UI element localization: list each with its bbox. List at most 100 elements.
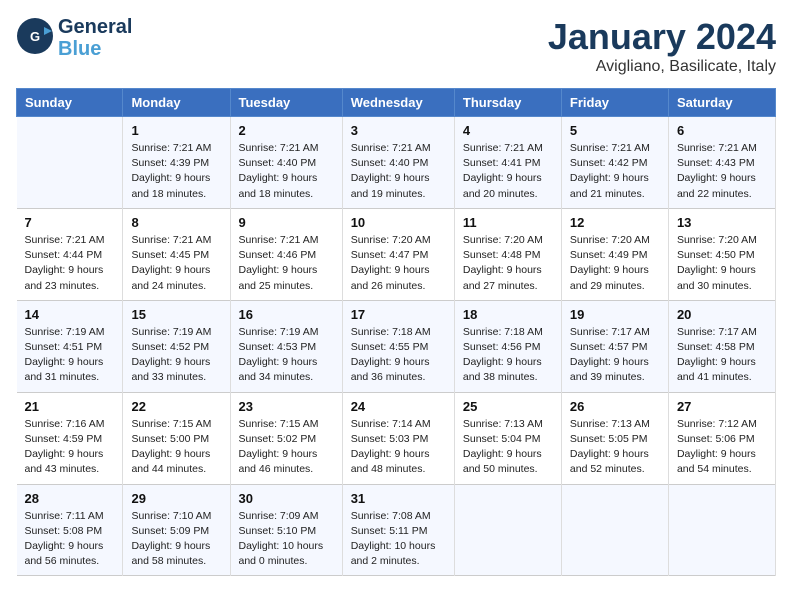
day-number: 17 (351, 307, 446, 322)
day-number: 13 (677, 215, 767, 230)
calendar-cell: 21 Sunrise: 7:16 AMSunset: 4:59 PMDayligh… (17, 392, 123, 484)
calendar-cell: 16 Sunrise: 7:19 AMSunset: 4:53 PMDayligh… (230, 300, 342, 392)
calendar-cell: 7Sunrise: 7:21 AMSunset: 4:44 PMDaylight… (17, 208, 123, 300)
day-number: 3 (351, 123, 446, 138)
logo-general: General (58, 16, 132, 38)
calendar-cell: 22Sunrise: 7:15 AMSunset: 5:00 PMDayligh… (123, 392, 230, 484)
calendar-cell: 13 Sunrise: 7:20 AMSunset: 4:50 PMDayligh… (668, 208, 775, 300)
col-header-wednesday: Wednesday (342, 89, 454, 117)
day-info: Sunrise: 7:20 AMSunset: 4:50 PMDaylight:… (677, 233, 767, 294)
calendar-cell: 6 Sunrise: 7:21 AMSunset: 4:43 PMDaylight… (668, 117, 775, 209)
calendar-cell: 27 Sunrise: 7:12 AMSunset: 5:06 PMDayligh… (668, 392, 775, 484)
day-number: 2 (239, 123, 334, 138)
day-number: 21 (25, 399, 115, 414)
month-title: January 2024 (548, 16, 776, 58)
day-number: 28 (25, 491, 115, 506)
page-header: G General Blue January 2024 Avigliano, B… (16, 16, 776, 76)
day-info: Sunrise: 7:19 AMSunset: 4:52 PMDaylight:… (131, 325, 221, 386)
day-number: 10 (351, 215, 446, 230)
svg-text:G: G (30, 29, 40, 44)
calendar-cell: 10 Sunrise: 7:20 AMSunset: 4:47 PMDayligh… (342, 208, 454, 300)
calendar-cell: 8 Sunrise: 7:21 AMSunset: 4:45 PMDaylight… (123, 208, 230, 300)
day-number: 6 (677, 123, 767, 138)
week-row-1: 1Sunrise: 7:21 AMSunset: 4:39 PMDaylight… (17, 117, 776, 209)
day-info: Sunrise: 7:21 AMSunset: 4:42 PMDaylight:… (570, 141, 660, 202)
day-number: 15 (131, 307, 221, 322)
day-info: Sunrise: 7:08 AMSunset: 5:11 PMDaylight:… (351, 509, 446, 570)
day-number: 25 (463, 399, 553, 414)
col-header-thursday: Thursday (454, 89, 561, 117)
calendar-cell (17, 117, 123, 209)
day-info: Sunrise: 7:21 AMSunset: 4:39 PMDaylight:… (131, 141, 221, 202)
col-header-monday: Monday (123, 89, 230, 117)
col-header-sunday: Sunday (17, 89, 123, 117)
calendar-cell: 5Sunrise: 7:21 AMSunset: 4:42 PMDaylight… (561, 117, 668, 209)
logo-blue: Blue (58, 38, 132, 60)
day-number: 16 (239, 307, 334, 322)
calendar-cell: 9Sunrise: 7:21 AMSunset: 4:46 PMDaylight… (230, 208, 342, 300)
day-info: Sunrise: 7:18 AMSunset: 4:56 PMDaylight:… (463, 325, 553, 386)
day-info: Sunrise: 7:21 AMSunset: 4:40 PMDaylight:… (239, 141, 334, 202)
day-number: 30 (239, 491, 334, 506)
calendar-cell: 11 Sunrise: 7:20 AMSunset: 4:48 PMDayligh… (454, 208, 561, 300)
day-info: Sunrise: 7:21 AMSunset: 4:44 PMDaylight:… (25, 233, 115, 294)
col-header-saturday: Saturday (668, 89, 775, 117)
calendar-cell: 12 Sunrise: 7:20 AMSunset: 4:49 PMDayligh… (561, 208, 668, 300)
day-info: Sunrise: 7:15 AMSunset: 5:02 PMDaylight:… (239, 417, 334, 478)
day-info: Sunrise: 7:18 AMSunset: 4:55 PMDaylight:… (351, 325, 446, 386)
calendar-cell: 24 Sunrise: 7:14 AMSunset: 5:03 PMDayligh… (342, 392, 454, 484)
col-header-tuesday: Tuesday (230, 89, 342, 117)
calendar-cell: 3Sunrise: 7:21 AMSunset: 4:40 PMDaylight… (342, 117, 454, 209)
day-info: Sunrise: 7:13 AMSunset: 5:04 PMDaylight:… (463, 417, 553, 478)
day-number: 20 (677, 307, 767, 322)
calendar-cell: 23Sunrise: 7:15 AMSunset: 5:02 PMDayligh… (230, 392, 342, 484)
day-info: Sunrise: 7:19 AMSunset: 4:51 PMDaylight:… (25, 325, 115, 386)
calendar-cell: 14 Sunrise: 7:19 AMSunset: 4:51 PMDayligh… (17, 300, 123, 392)
day-info: Sunrise: 7:19 AMSunset: 4:53 PMDaylight:… (239, 325, 334, 386)
day-info: Sunrise: 7:12 AMSunset: 5:06 PMDaylight:… (677, 417, 767, 478)
day-info: Sunrise: 7:20 AMSunset: 4:49 PMDaylight:… (570, 233, 660, 294)
day-info: Sunrise: 7:21 AMSunset: 4:43 PMDaylight:… (677, 141, 767, 202)
logo-icon: G (16, 17, 54, 55)
calendar-table: SundayMondayTuesdayWednesdayThursdayFrid… (16, 88, 776, 576)
day-number: 11 (463, 215, 553, 230)
day-number: 18 (463, 307, 553, 322)
day-number: 22 (131, 399, 221, 414)
title-block: January 2024 Avigliano, Basilicate, Ital… (548, 16, 776, 76)
calendar-cell (561, 484, 668, 576)
calendar-cell: 29 Sunrise: 7:10 AMSunset: 5:09 PMDayligh… (123, 484, 230, 576)
day-info: Sunrise: 7:13 AMSunset: 5:05 PMDaylight:… (570, 417, 660, 478)
col-header-friday: Friday (561, 89, 668, 117)
calendar-cell: 31Sunrise: 7:08 AMSunset: 5:11 PMDayligh… (342, 484, 454, 576)
calendar-cell: 30Sunrise: 7:09 AMSunset: 5:10 PMDayligh… (230, 484, 342, 576)
day-info: Sunrise: 7:10 AMSunset: 5:09 PMDaylight:… (131, 509, 221, 570)
day-number: 29 (131, 491, 221, 506)
day-info: Sunrise: 7:16 AMSunset: 4:59 PMDaylight:… (25, 417, 115, 478)
calendar-cell: 18 Sunrise: 7:18 AMSunset: 4:56 PMDayligh… (454, 300, 561, 392)
day-info: Sunrise: 7:14 AMSunset: 5:03 PMDaylight:… (351, 417, 446, 478)
calendar-header-row: SundayMondayTuesdayWednesdayThursdayFrid… (17, 89, 776, 117)
calendar-cell: 4Sunrise: 7:21 AMSunset: 4:41 PMDaylight… (454, 117, 561, 209)
location-subtitle: Avigliano, Basilicate, Italy (548, 58, 776, 76)
calendar-cell: 20Sunrise: 7:17 AMSunset: 4:58 PMDayligh… (668, 300, 775, 392)
week-row-5: 28Sunrise: 7:11 AMSunset: 5:08 PMDayligh… (17, 484, 776, 576)
calendar-cell: 19 Sunrise: 7:17 AMSunset: 4:57 PMDayligh… (561, 300, 668, 392)
calendar-cell: 28Sunrise: 7:11 AMSunset: 5:08 PMDayligh… (17, 484, 123, 576)
day-info: Sunrise: 7:21 AMSunset: 4:45 PMDaylight:… (131, 233, 221, 294)
day-number: 24 (351, 399, 446, 414)
day-info: Sunrise: 7:20 AMSunset: 4:48 PMDaylight:… (463, 233, 553, 294)
logo: G General Blue (16, 16, 132, 60)
week-row-3: 14 Sunrise: 7:19 AMSunset: 4:51 PMDayligh… (17, 300, 776, 392)
day-number: 14 (25, 307, 115, 322)
day-number: 27 (677, 399, 767, 414)
day-number: 12 (570, 215, 660, 230)
day-info: Sunrise: 7:17 AMSunset: 4:57 PMDaylight:… (570, 325, 660, 386)
day-info: Sunrise: 7:20 AMSunset: 4:47 PMDaylight:… (351, 233, 446, 294)
day-number: 19 (570, 307, 660, 322)
day-info: Sunrise: 7:21 AMSunset: 4:46 PMDaylight:… (239, 233, 334, 294)
day-number: 8 (131, 215, 221, 230)
week-row-4: 21 Sunrise: 7:16 AMSunset: 4:59 PMDayligh… (17, 392, 776, 484)
day-number: 26 (570, 399, 660, 414)
day-info: Sunrise: 7:21 AMSunset: 4:41 PMDaylight:… (463, 141, 553, 202)
calendar-cell: 25 Sunrise: 7:13 AMSunset: 5:04 PMDayligh… (454, 392, 561, 484)
